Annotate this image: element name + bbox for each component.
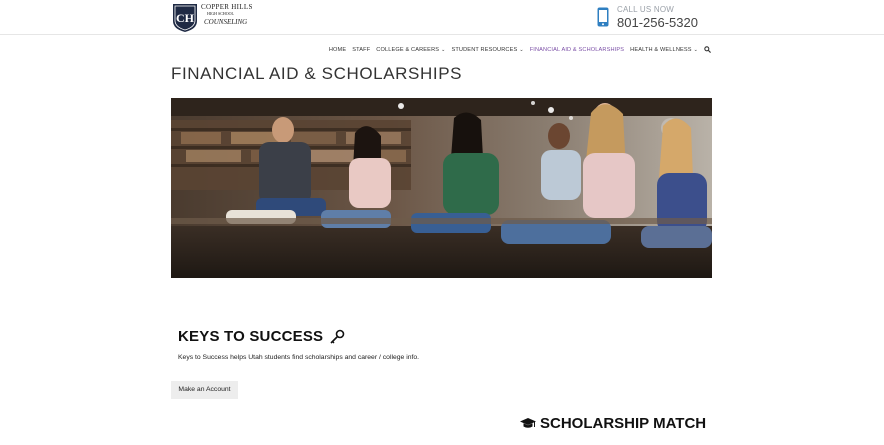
search-icon[interactable] [704,46,711,53]
top-header: CH COPPER HILLS HIGH SCHOOL COUNSELING C… [0,0,884,35]
scholarship-match-heading: SCHOLARSHIP MATCH [520,415,706,432]
nav-item-home[interactable]: HOME [329,47,346,53]
key-icon [330,329,345,344]
phone-number[interactable]: 801-256-5320 [617,16,698,29]
page-title: FINANCIAL AID & SCHOLARSHIPS [171,64,463,83]
nav-label: HEALTH & WELLNESS [630,47,692,53]
keys-to-success-heading: KEYS TO SUCCESS [178,328,345,345]
nav-label: COLLEGE & CAREERS [376,47,440,53]
nav-item-health-wellness[interactable]: HEALTH & WELLNESS ⌄ [630,47,698,53]
school-name: COPPER HILLS [201,3,253,11]
department-name: COUNSELING [204,18,248,26]
nav-item-financial-aid[interactable]: FINANCIAL AID & SCHOLARSHIPS [530,47,624,53]
nav-item-staff[interactable]: STAFF [352,47,370,53]
chevron-down-icon: ⌄ [519,46,524,53]
phone-icon [597,7,609,27]
school-subtitle: HIGH SCHOOL [207,11,234,16]
phone-text: CALL US NOW 801-256-5320 [617,6,698,30]
scholarship-match-title: SCHOLARSHIP MATCH [540,415,707,432]
nav-item-student-resources[interactable]: STUDENT RESOURCES ⌄ [451,47,523,53]
nav-label: HOME [328,47,347,53]
logo-text: COPPER HILLS HIGH SCHOOL COUNSELING [201,3,253,26]
nav-label: STAFF [352,47,371,53]
graduation-cap-icon [520,418,536,428]
call-label: CALL US NOW [617,5,675,14]
chevron-down-icon: ⌄ [693,46,698,53]
make-account-button[interactable]: Make an Account [171,381,238,399]
keys-title-text: KEYS TO SUCCESS [178,328,324,345]
crest-icon: CH [173,4,197,32]
nav-label: STUDENT RESOURCES [451,47,518,53]
nav-label: FINANCIAL AID & SCHOLARSHIPS [529,47,625,53]
svg-text:CH: CH [176,11,195,25]
chevron-down-icon: ⌄ [441,46,446,53]
keys-description: Keys to Success helps Utah students find… [178,354,420,361]
nav-item-college-careers[interactable]: COLLEGE & CAREERS ⌄ [376,47,445,53]
phone-contact[interactable]: CALL US NOW 801-256-5320 [597,6,698,30]
school-logo[interactable]: CH COPPER HILLS HIGH SCHOOL COUNSELING [172,3,253,33]
hero-image [171,98,712,278]
main-nav: HOME STAFF COLLEGE & CAREERS ⌄ STUDENT RE… [329,46,711,53]
